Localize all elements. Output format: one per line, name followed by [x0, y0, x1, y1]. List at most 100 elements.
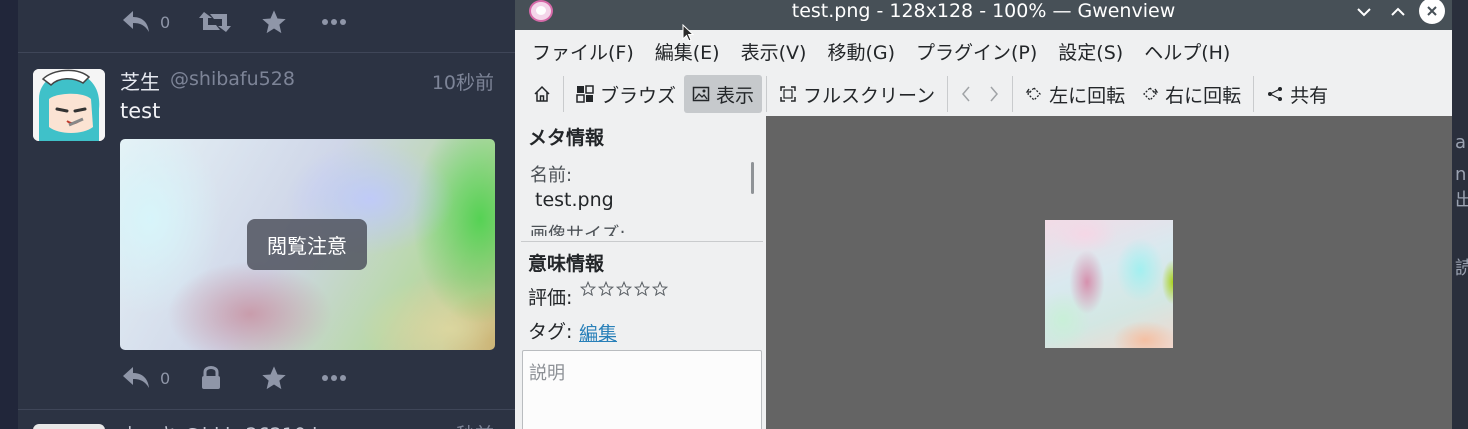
name-value: test.png — [535, 189, 614, 211]
favorite-button[interactable] — [260, 8, 288, 36]
prev-post-actions: 0 — [120, 8, 347, 36]
toolbar-separator — [947, 76, 949, 112]
post-time[interactable]: 10秒前 — [432, 68, 494, 95]
home-button[interactable] — [525, 75, 559, 113]
home-icon — [534, 85, 550, 102]
displayed-image[interactable] — [1045, 220, 1173, 348]
metadata-heading: メタ情報 — [528, 127, 605, 149]
post-text: test — [120, 99, 161, 123]
star-icon — [262, 366, 286, 390]
reply-icon — [123, 11, 149, 32]
more-button[interactable] — [322, 18, 347, 26]
share-button[interactable]: 共有 — [1258, 75, 1336, 113]
window-title: test.png - 128x128 - 100% — Gwenview — [791, 0, 1176, 22]
post-time[interactable]: 秒前 — [456, 420, 494, 429]
timeline-rail — [0, 0, 18, 429]
bg-glyph: 読 — [1455, 258, 1468, 279]
minimize-button[interactable] — [1351, 0, 1377, 24]
mouse-cursor-icon — [682, 24, 694, 42]
image-viewer[interactable] — [766, 116, 1452, 429]
info-sidebar: メタ情報 名前: test.png 画像サイズ: 意味情報 評価: タグ: 編集… — [515, 116, 766, 429]
more-button[interactable] — [322, 374, 347, 382]
grid-icon — [576, 85, 594, 103]
user-handle[interactable]: @shibafu528 — [170, 68, 295, 90]
title-bar[interactable]: test.png - 128x128 - 100% — Gwenview — [515, 0, 1452, 30]
post-divider — [18, 409, 515, 410]
menu-settings[interactable]: 設定(S) — [1058, 38, 1123, 65]
reply-icon — [123, 367, 149, 388]
rotate-left-label: 左に回転 — [1049, 84, 1126, 107]
rotate-right-button[interactable]: 右に回転 — [1133, 75, 1249, 113]
star-outline-icon[interactable] — [633, 280, 651, 298]
toolbar-separator — [1253, 76, 1255, 112]
chevron-right-icon — [990, 86, 999, 102]
rotate-left-icon — [1025, 85, 1043, 103]
display-name[interactable]: 芝生 — [120, 66, 160, 95]
menu-file[interactable]: ファイル(F) — [532, 38, 634, 65]
private-indicator — [200, 365, 222, 391]
background-window-edge: a n 出 読 — [1452, 0, 1468, 429]
star-outline-icon[interactable] — [615, 280, 633, 298]
star-outline-icon[interactable] — [597, 280, 615, 298]
reply-button[interactable]: 0 — [120, 8, 170, 36]
chevron-down-icon — [1357, 8, 1371, 17]
sensitive-content-button[interactable]: 閲覧注意 — [247, 219, 367, 270]
star-outline-icon[interactable] — [651, 280, 669, 298]
browse-button[interactable]: ブラウズ — [568, 75, 684, 113]
description-field[interactable]: 説明 — [522, 350, 762, 429]
share-label: 共有 — [1290, 84, 1329, 107]
lock-icon — [202, 366, 221, 389]
toolbar-separator — [766, 76, 768, 112]
metadata-scrollbar[interactable] — [751, 162, 754, 194]
reply-button[interactable]: 0 — [120, 364, 170, 392]
next-button[interactable] — [980, 75, 1008, 113]
star-icon — [262, 10, 286, 34]
name-label: 名前: — [530, 165, 573, 186]
share-icon — [1266, 85, 1284, 103]
menu-bar: ファイル(F) 編集(E) 表示(V) 移動(G) プラグイン(P) 設定(S)… — [515, 30, 1452, 72]
post-actions: 0 — [120, 364, 347, 392]
avatar[interactable] — [33, 424, 105, 429]
gwenview-window: test.png - 128x128 - 100% — Gwenview ファイ… — [515, 0, 1452, 429]
view-button[interactable]: 表示 — [684, 75, 763, 113]
rotate-right-icon — [1141, 85, 1159, 103]
semantic-heading: 意味情報 — [528, 253, 605, 275]
menu-plugins[interactable]: プラグイン(P) — [916, 38, 1037, 65]
maximize-button[interactable] — [1385, 0, 1411, 24]
previous-button[interactable] — [952, 75, 980, 113]
edit-tags-link[interactable]: 編集 — [579, 319, 617, 346]
favorite-button[interactable] — [260, 364, 288, 392]
fullscreen-button[interactable]: フルスクリーン — [771, 75, 943, 113]
menu-go[interactable]: 移動(G) — [827, 38, 895, 65]
repost-button[interactable] — [198, 8, 232, 36]
rotate-right-label: 右に回転 — [1165, 84, 1242, 107]
browse-label: ブラウズ — [600, 84, 677, 107]
repost-icon — [199, 12, 232, 32]
avatar[interactable] — [33, 69, 105, 141]
view-label: 表示 — [716, 84, 755, 107]
more-icon — [322, 19, 347, 25]
post-divider — [18, 52, 515, 53]
bg-glyph: a — [1455, 132, 1467, 153]
bg-glyph: n — [1455, 164, 1467, 185]
toolbar-separator — [1012, 76, 1014, 112]
toolbar-separator — [563, 76, 564, 112]
bg-glyph: 出 — [1455, 190, 1468, 211]
menu-view[interactable]: 表示(V) — [741, 38, 807, 65]
rating-stars[interactable] — [579, 280, 669, 298]
chevron-up-icon — [1391, 7, 1405, 16]
sidebar-separator — [521, 241, 763, 242]
fullscreen-label: フルスクリーン — [803, 84, 936, 107]
close-icon — [1427, 6, 1437, 16]
more-icon — [322, 375, 347, 381]
main-toolbar: ブラウズ 表示 フルスクリーン 左に回転 右に回転 共有 — [515, 72, 1452, 116]
rating-label: 評価: — [528, 287, 573, 309]
tags-label: タグ: — [528, 321, 573, 343]
star-outline-icon[interactable] — [579, 280, 597, 298]
rotate-left-button[interactable]: 左に回転 — [1017, 75, 1133, 113]
timeline-pane: 0 芝生 @shibafu528 10秒前 test 閲覧注意 0 — [0, 0, 515, 429]
menu-help[interactable]: ヘルプ(H) — [1144, 38, 1230, 65]
reply-count: 0 — [160, 12, 171, 32]
display-name[interactable]: ホッキ @hkk_26210 ke... — [120, 420, 352, 429]
reply-count: 0 — [160, 368, 171, 388]
